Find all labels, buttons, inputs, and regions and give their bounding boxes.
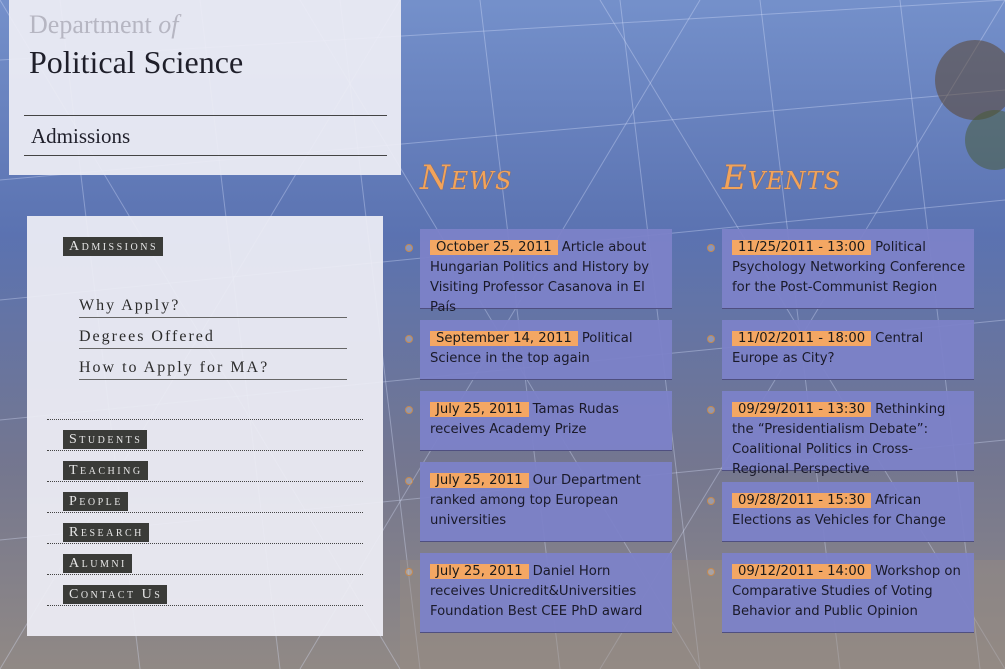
header-divider-top	[24, 115, 387, 116]
nav-people[interactable]: People	[63, 492, 128, 511]
event-item[interactable]: 11/02/2011 - 18:00 Central Europe as City…	[722, 320, 974, 380]
site-header: Department of Political Science Admissio…	[9, 0, 401, 175]
department-label: Department of	[29, 10, 178, 40]
bullet-icon	[405, 335, 413, 343]
news-heading: News	[420, 158, 513, 198]
event-date: 09/29/2011 - 13:30	[732, 402, 872, 417]
news-date: July 25, 2011	[430, 402, 529, 417]
bullet-icon	[707, 568, 715, 576]
events-heading: Events	[722, 158, 842, 198]
department-of-word: of	[158, 10, 179, 39]
event-date: 11/25/2011 - 13:00	[732, 240, 872, 255]
news-date: July 25, 2011	[430, 473, 529, 488]
page-section-title: Admissions	[31, 124, 131, 148]
nav-row-teaching: Teaching	[47, 450, 363, 481]
nav-row-contact: Contact Us	[47, 574, 363, 606]
event-item[interactable]: 09/12/2011 - 14:00 Workshop on Comparativ…	[722, 553, 974, 633]
bullet-icon	[707, 244, 715, 252]
nav-row-research: Research	[47, 512, 363, 543]
nav-row-people: People	[47, 481, 363, 512]
bullet-icon	[405, 568, 413, 576]
nav-students[interactable]: Students	[63, 430, 148, 449]
nav-row-students: Students	[47, 419, 363, 450]
site-title[interactable]: Political Science	[29, 44, 243, 81]
event-item[interactable]: 11/25/2011 - 13:00 Political Psychology N…	[722, 229, 974, 309]
header-divider-bottom	[24, 155, 387, 156]
news-item[interactable]: September 14, 2011 Political Science in t…	[420, 320, 672, 380]
bullet-icon	[707, 406, 715, 414]
bullet-icon	[405, 477, 413, 485]
nav-active-admissions[interactable]: Admissions	[63, 237, 164, 256]
bullet-icon	[707, 335, 715, 343]
bullet-icon	[405, 406, 413, 414]
event-date: 09/28/2011 - 15:30	[732, 493, 872, 508]
nav-alumni[interactable]: Alumni	[63, 554, 132, 573]
sub-nav-why-apply[interactable]: Why Apply?	[79, 296, 347, 318]
event-date: 09/12/2011 - 14:00	[732, 564, 872, 579]
event-date: 11/02/2011 - 18:00	[732, 331, 872, 346]
bullet-icon	[707, 497, 715, 505]
sidebar-navigation: Admissions Why Apply? Degrees Offered Ho…	[27, 216, 383, 636]
news-date: September 14, 2011	[430, 331, 578, 346]
news-item[interactable]: July 25, 2011 Tamas Rudas receives Academ…	[420, 391, 672, 451]
news-item[interactable]: October 25, 2011 Article about Hungarian …	[420, 229, 672, 315]
nav-row-alumni: Alumni	[47, 543, 363, 574]
event-item[interactable]: 09/29/2011 - 13:30 Rethinking the “Presid…	[722, 391, 974, 477]
nav-contact-us[interactable]: Contact Us	[63, 585, 168, 604]
nav-research[interactable]: Research	[63, 523, 149, 542]
news-item[interactable]: July 25, 2011 Our Department ranked among…	[420, 462, 672, 542]
nav-teaching[interactable]: Teaching	[63, 461, 148, 480]
department-word: Department	[29, 10, 152, 39]
sub-nav-degrees-offered[interactable]: Degrees Offered	[79, 327, 347, 349]
sub-nav-how-to-apply[interactable]: How to Apply for MA?	[79, 358, 347, 380]
news-date: October 25, 2011	[430, 240, 558, 255]
bullet-icon	[405, 244, 413, 252]
news-date: July 25, 2011	[430, 564, 529, 579]
news-item[interactable]: July 25, 2011 Daniel Horn receives Unicre…	[420, 553, 672, 633]
event-item[interactable]: 09/28/2011 - 15:30 African Elections as V…	[722, 482, 974, 542]
